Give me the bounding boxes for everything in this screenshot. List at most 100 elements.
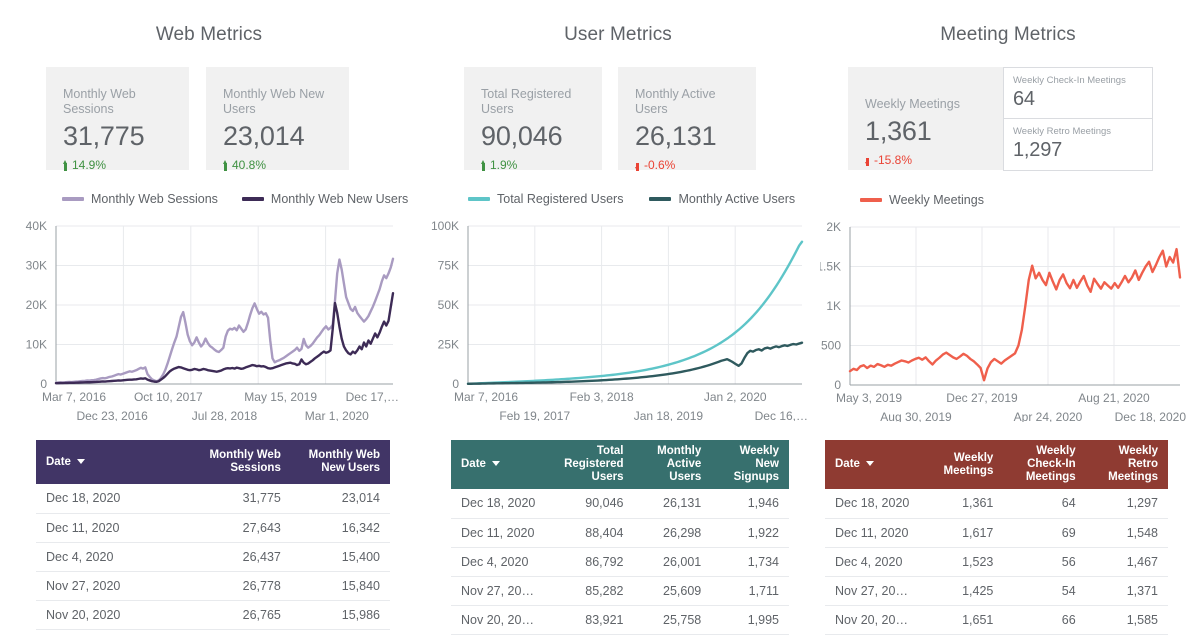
kpi-card-weekly-checkin-meetings[interactable]: Weekly Check-In Meetings 64 — [1003, 67, 1153, 119]
table-row[interactable]: Nov 27, 20… 85,282 25,609 1,711 — [451, 576, 789, 606]
cell-date: Nov 20, 20… — [451, 605, 550, 635]
arrow-down-icon — [865, 155, 870, 166]
column-header-monthly-active-users[interactable]: Monthly Active Users — [633, 440, 712, 489]
legend-item[interactable]: Weekly Meetings — [860, 193, 984, 207]
column-header-date[interactable]: Date — [825, 440, 922, 489]
y-axis-tick-label: 0 — [834, 378, 841, 392]
table-row[interactable]: Nov 27, 2020 26,778 15,840 — [36, 571, 390, 601]
table-row[interactable]: Dec 11, 2020 1,617 69 1,548 — [825, 518, 1168, 548]
cell-value: 27,643 — [191, 513, 291, 543]
cell-value: 25,609 — [633, 576, 712, 606]
table-header-row: Date Monthly Web Sessions Monthly Web New … — [36, 440, 390, 484]
table-row[interactable]: Dec 4, 2020 26,437 15,400 — [36, 542, 390, 572]
cell-value: 25,758 — [633, 605, 712, 635]
page-title-meeting: Meeting Metrics — [940, 24, 1076, 45]
legend-swatch-icon — [649, 197, 672, 201]
data-table: Date Weekly Meetings Weekly Check-In Meeti… — [825, 440, 1168, 635]
section-meeting-metrics: Meeting Metrics Weekly Meetings 1,361 -1… — [818, 0, 1198, 639]
x-axis-tick-label: Apr 24, 2020 — [1014, 410, 1083, 422]
table-row[interactable]: Nov 20, 20… 1,651 66 1,585 — [825, 605, 1168, 635]
kpi-card-monthly-web-sessions[interactable]: Monthly Web Sessions 31,775 14.9% — [46, 67, 189, 172]
x-axis-tick-label: Mar 1, 2020 — [305, 409, 369, 421]
y-axis-tick-label: 0 — [40, 377, 47, 391]
legend-label: Total Registered Users — [497, 192, 624, 206]
cell-value: 1,548 — [1085, 518, 1168, 548]
chart-series-line — [848, 247, 1182, 382]
x-axis-tick-label: Jan 18, 2019 — [634, 409, 704, 421]
column-header-weekly-check-in-meetings[interactable]: Weekly Check-In Meetings — [1003, 440, 1086, 489]
table-user-metrics[interactable]: Date Total Registered Users Monthly Active… — [451, 440, 789, 635]
chart-legend-user: Total Registered Users Monthly Active Us… — [418, 192, 818, 206]
cell-value: 23,014 — [290, 484, 390, 514]
column-header-label: Weekly New Signups — [733, 445, 779, 483]
column-header-label: Date — [46, 455, 71, 468]
column-header-weekly-meetings[interactable]: Weekly Meetings — [921, 440, 1004, 489]
column-header-date[interactable]: Date — [451, 440, 550, 489]
legend-swatch-icon — [241, 197, 264, 201]
table-row[interactable]: Dec 18, 2020 90,046 26,131 1,946 — [451, 489, 789, 519]
cell-date: Dec 11, 2020 — [451, 518, 550, 548]
chart-svg: 40K 30K 20K 10K 0Mar 7, 2016 Dec 23, 2016 Oct … — [26, 219, 399, 421]
table-row[interactable]: Dec 11, 2020 88,404 26,298 1,922 — [451, 518, 789, 548]
column-header-weekly-new-signups[interactable]: Weekly New Signups — [711, 440, 789, 489]
legend-label: Monthly Active Users — [678, 192, 796, 206]
sort-descending-icon[interactable] — [865, 461, 874, 467]
table-web-metrics[interactable]: Date Monthly Web Sessions Monthly Web New … — [36, 440, 390, 630]
table-row[interactable]: Dec 4, 2020 86,792 26,001 1,734 — [451, 547, 789, 577]
kpi-card-monthly-active-users[interactable]: Monthly Active Users 26,131 -0.6% — [618, 67, 756, 172]
legend-item[interactable]: Monthly Web Sessions — [62, 192, 218, 206]
chart-user-metrics[interactable]: 100K 75K 50K 25K 0 Mar 7, 2016 Feb 19, 2017 Feb… — [424, 216, 818, 421]
sort-descending-icon[interactable] — [76, 458, 85, 464]
x-axis-tick-label: Dec 18, 2020 — [1115, 410, 1187, 422]
table-row[interactable]: Dec 11, 2020 27,643 16,342 — [36, 513, 390, 543]
table-head: Date Monthly Web Sessions Monthly Web New … — [36, 440, 390, 484]
cell-value: 15,840 — [290, 571, 390, 601]
legend-item[interactable]: Monthly Web New Users — [241, 192, 408, 206]
table-row[interactable]: Nov 20, 2020 26,765 15,986 — [36, 600, 390, 630]
y-axis-tick-label: 2K — [826, 220, 841, 234]
table-row[interactable]: Nov 20, 20… 83,921 25,758 1,995 — [451, 605, 789, 635]
cell-date: Nov 27, 20… — [825, 576, 922, 606]
x-axis-tick-label: Feb 3, 2018 — [570, 390, 634, 404]
cell-value: 88,404 — [549, 518, 634, 548]
chart-web-metrics[interactable]: 40K 30K 20K 10K 0 Mar 7, 2016 Dec 23, 2016 Oct … — [8, 216, 418, 421]
mini-kpi-stack: Weekly Check-In Meetings 64 Weekly Retro… — [1003, 67, 1153, 171]
y-axis-tick-label: 1.5K — [820, 260, 841, 274]
chart-series-line — [466, 341, 804, 386]
legend-item[interactable]: Total Registered Users — [468, 192, 623, 206]
column-header-monthly-web-sessions[interactable]: Monthly Web Sessions — [191, 440, 291, 484]
sort-descending-icon[interactable] — [491, 461, 500, 467]
section-web-metrics: Web Metrics Monthly Web Sessions 31,775 … — [0, 0, 418, 639]
x-axis-tick-label: Oct 10, 2017 — [134, 390, 203, 404]
kpi-value: 90,046 — [481, 121, 563, 151]
column-header-date[interactable]: Date — [36, 440, 192, 484]
x-axis-tick-label: Jan 2, 2020 — [704, 390, 767, 404]
table-row[interactable]: Dec 4, 2020 1,523 56 1,467 — [825, 547, 1168, 577]
kpi-card-monthly-web-new-users[interactable]: Monthly Web New Users 23,014 40.8% — [206, 67, 349, 172]
cell-value: 1,585 — [1085, 605, 1168, 635]
cell-date: Dec 18, 2020 — [36, 484, 192, 514]
column-header-monthly-web-new-users[interactable]: Monthly Web New Users — [290, 440, 390, 484]
x-axis-tick-label: Jul 28, 2018 — [192, 409, 258, 421]
table-row[interactable]: Nov 27, 20… 1,425 54 1,371 — [825, 576, 1168, 606]
dashboard-root: Web Metrics Monthly Web Sessions 31,775 … — [0, 0, 1198, 639]
kpi-card-weekly-retro-meetings[interactable]: Weekly Retro Meetings 1,297 — [1003, 119, 1153, 171]
legend-item[interactable]: Monthly Active Users — [649, 192, 795, 206]
cell-value: 1,467 — [1085, 547, 1168, 577]
cell-value: 26,778 — [191, 571, 291, 601]
kpi-card-weekly-meetings[interactable]: Weekly Meetings 1,361 -15.8% — [848, 67, 1003, 170]
table-row[interactable]: Dec 18, 2020 31,775 23,014 — [36, 484, 390, 514]
cell-value: 69 — [1003, 518, 1086, 548]
x-axis-tick-label: Feb 19, 2017 — [499, 409, 570, 421]
cell-value: 1,425 — [921, 576, 1004, 606]
cell-date: Dec 11, 2020 — [825, 518, 922, 548]
cell-value: 1,617 — [921, 518, 1004, 548]
kpi-card-total-registered-users[interactable]: Total Registered Users 90,046 1.9% — [464, 67, 602, 172]
chart-meeting-metrics[interactable]: 2K 1.5K 1K 500 0May 3, 2019 Aug 30, 2019 Dec 2… — [820, 217, 1198, 422]
column-header-weekly-retro-meetings[interactable]: Weekly Retro Meetings — [1085, 440, 1168, 489]
column-header-total-registered-users[interactable]: Total Registered Users — [549, 440, 634, 489]
y-axis-tick-label: 1K — [826, 299, 841, 313]
table-meeting-metrics[interactable]: Date Weekly Meetings Weekly Check-In Meeti… — [825, 440, 1168, 635]
table-row[interactable]: Dec 18, 2020 1,361 64 1,297 — [825, 489, 1168, 519]
kpi-delta: -0.6% — [635, 158, 740, 172]
